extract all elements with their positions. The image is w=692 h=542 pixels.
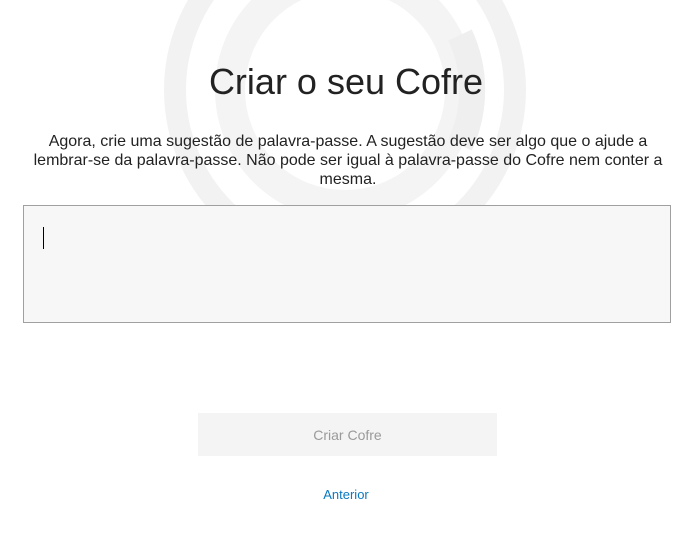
back-link[interactable]: Anterior (0, 487, 692, 503)
text-caret (43, 227, 44, 249)
page-description: Agora, crie uma sugestão de palavra-pass… (33, 133, 663, 188)
password-hint-input[interactable] (23, 205, 671, 323)
page-title: Criar o seu Cofre (208, 61, 484, 102)
create-vault-button[interactable]: Criar Cofre (198, 413, 497, 456)
